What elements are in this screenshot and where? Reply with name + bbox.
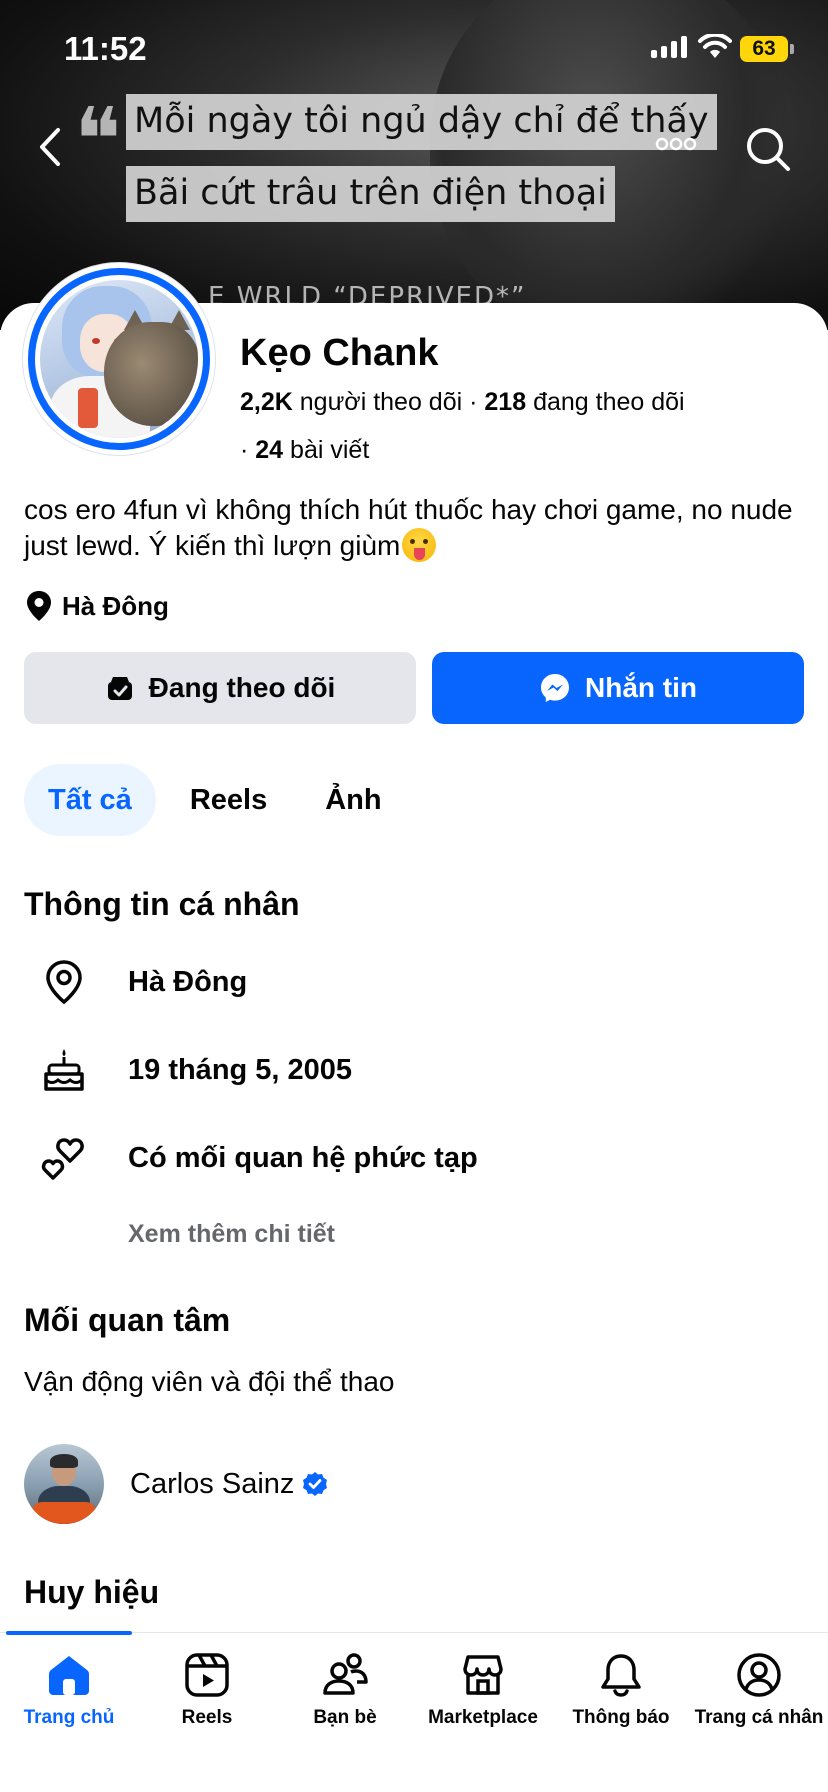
home-icon <box>49 1656 89 1695</box>
followers-label[interactable]: người theo dõi <box>300 388 462 416</box>
interest-avatar <box>24 1444 104 1524</box>
location-outline-icon <box>40 958 88 1006</box>
story-ring <box>28 268 210 450</box>
interests-title: Mối quan tâm <box>24 1302 231 1338</box>
badges-title: Huy hiệu <box>24 1574 160 1610</box>
nav-friends-label: Bạn bè <box>313 1707 377 1728</box>
interest-name: Carlos Sainz <box>130 1467 295 1500</box>
reels-icon <box>185 1653 229 1697</box>
profile-icon <box>737 1653 781 1697</box>
profile-bio: cos ero 4fun vì không thích hút thuốc ha… <box>24 492 804 564</box>
nav-notifications[interactable]: Thông báo <box>552 1651 690 1729</box>
info-location-text: Hà Đông <box>128 966 248 998</box>
tongue-emoji-icon <box>402 528 437 562</box>
message-button[interactable]: Nhắn tin <box>432 652 804 724</box>
avatar-image <box>40 280 198 438</box>
bell-icon <box>601 1654 641 1697</box>
info-row-location: Hà Đông <box>40 958 247 1006</box>
stats-separator: · <box>469 388 485 416</box>
stats-separator: · <box>240 436 256 464</box>
wifi-icon <box>698 34 732 58</box>
profile-stats: 2,2K người theo dõi · 218 đang theo dõi <box>240 388 685 417</box>
nav-profile[interactable]: Trang cá nhân <box>690 1651 828 1729</box>
battery-tip <box>790 44 794 54</box>
nav-friends[interactable]: Bạn bè <box>276 1651 414 1729</box>
tab-all[interactable]: Tất cả <box>24 764 156 836</box>
cover-caption-line-1: Mỗi ngày tôi ngủ dậy chỉ để thấy <box>126 94 717 150</box>
location-pin-icon <box>27 591 51 621</box>
posts-label: bài viết <box>290 436 370 464</box>
following-button[interactable]: Đang theo dõi <box>24 652 416 724</box>
marketplace-icon <box>463 1655 503 1695</box>
nav-home-label: Trang chủ <box>23 1707 115 1728</box>
nav-notifications-label: Thông báo <box>572 1707 670 1728</box>
status-bar: 11:52 63 <box>0 0 828 100</box>
profile-tabs: Tất cả Reels Ảnh <box>24 764 406 836</box>
profile-avatar[interactable] <box>22 262 216 456</box>
followers-count[interactable]: 2,2K <box>240 388 293 416</box>
quote-mark-icon: ❝ <box>74 88 122 191</box>
following-count[interactable]: 218 <box>484 388 526 416</box>
birthday-cake-icon <box>40 1046 88 1094</box>
cover-caption-line-2: Bãi cứt trâu trên điện thoại <box>126 166 615 222</box>
following-label[interactable]: đang theo dõi <box>533 388 685 416</box>
info-row-relationship: Có mối quan hệ phức tạp <box>40 1134 478 1182</box>
profile-posts-stats: · 24 bài viết <box>240 436 369 465</box>
following-check-icon <box>107 677 132 700</box>
posts-count: 24 <box>255 436 284 464</box>
cellular-signal-icon <box>651 36 687 58</box>
see-more-details-link[interactable]: Xem thêm chi tiết <box>128 1220 335 1249</box>
battery-indicator: 63 <box>740 36 788 62</box>
messenger-icon <box>541 674 569 702</box>
nav-home[interactable]: Trang chủ <box>0 1651 138 1729</box>
profile-name: Kẹo Chank <box>240 332 439 374</box>
info-birthday-text: 19 tháng 5, 2005 <box>128 1054 353 1086</box>
nav-marketplace[interactable]: Marketplace <box>414 1651 552 1729</box>
message-button-label: Nhắn tin <box>585 672 697 703</box>
profile-location: Hà Đông <box>26 590 169 622</box>
nav-marketplace-label: Marketplace <box>428 1707 538 1728</box>
info-row-birthday: 19 tháng 5, 2005 <box>40 1046 352 1094</box>
status-time: 11:52 <box>64 30 147 67</box>
nav-profile-label: Trang cá nhân <box>694 1707 824 1728</box>
friends-icon <box>323 1653 368 1695</box>
nav-reels[interactable]: Reels <box>138 1651 276 1729</box>
more-options-icon[interactable] <box>652 132 700 156</box>
tab-photos[interactable]: Ảnh <box>301 764 405 836</box>
nav-reels-label: Reels <box>181 1707 233 1728</box>
back-arrow-icon[interactable] <box>32 122 68 172</box>
tab-reels[interactable]: Reels <box>166 764 291 836</box>
bottom-navigation: Trang chủ Reels Bạn bè Marketplace Thông… <box>0 1631 828 1792</box>
verified-badge-icon <box>303 1472 328 1496</box>
following-button-label: Đang theo dõi <box>148 672 336 703</box>
hearts-icon <box>40 1134 88 1182</box>
personal-info-title: Thông tin cá nhân <box>24 886 300 922</box>
info-relationship-text: Có mối quan hệ phức tạp <box>128 1142 478 1174</box>
interest-item[interactable]: Carlos Sainz <box>24 1444 328 1524</box>
location-text: Hà Đông <box>62 590 169 621</box>
search-icon[interactable] <box>744 124 792 174</box>
interests-category: Vận động viên và đội thể thao <box>24 1366 395 1397</box>
active-tab-indicator <box>6 1631 132 1635</box>
